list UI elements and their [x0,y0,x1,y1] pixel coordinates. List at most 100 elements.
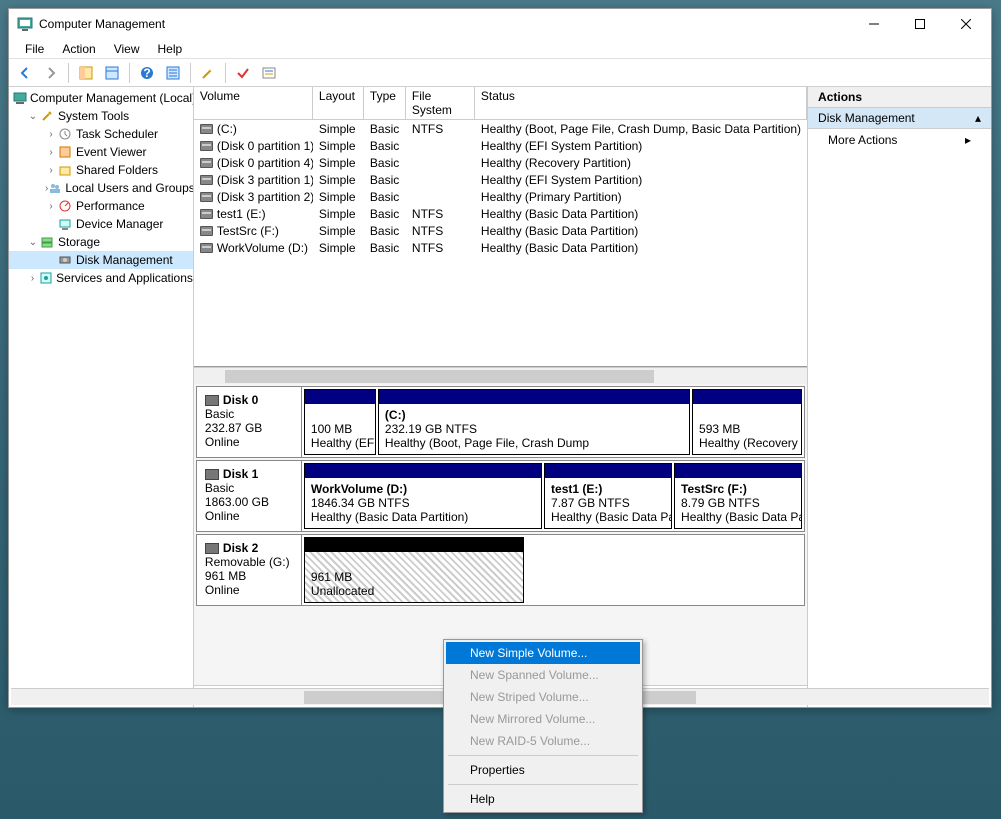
volume-list: Volume Layout Type File System Status (C… [194,87,807,367]
expand-icon[interactable]: › [45,129,57,140]
navigation-tree: Computer Management (Local) ⌄System Tool… [9,87,194,707]
partition[interactable]: 593 MBHealthy (Recovery [692,389,802,455]
app-icon [17,16,33,32]
toolbar-icon-wand[interactable] [196,61,220,85]
partition[interactable]: test1 (E:)7.87 GB NTFSHealthy (Basic Dat… [544,463,672,529]
col-type[interactable]: Type [364,87,406,119]
volume-icon [200,243,213,253]
table-row[interactable]: (C:)SimpleBasicNTFSHealthy (Boot, Page F… [194,120,807,137]
disk-row-1[interactable]: Disk 1 Basic 1863.00 GB Online WorkVolum… [196,460,805,532]
ctx-help[interactable]: Help [446,788,640,810]
actions-pane: Actions Disk Management ▴ More Actions ▸ [808,87,991,707]
back-button[interactable] [13,61,37,85]
computer-icon [13,90,27,106]
expand-icon[interactable]: › [27,273,38,284]
chevron-right-icon: ▸ [965,133,971,147]
partition[interactable]: WorkVolume (D:)1846.34 GB NTFSHealthy (B… [304,463,542,529]
tree-performance[interactable]: ›Performance [9,197,193,215]
volume-icon [200,209,213,219]
toolbar-icon-list[interactable] [161,61,185,85]
tree-scrollbar[interactable] [11,688,194,705]
table-row[interactable]: (Disk 0 partition 4)SimpleBasicHealthy (… [194,154,807,171]
collapse-icon: ▴ [975,111,981,125]
actions-section[interactable]: Disk Management ▴ [808,108,991,129]
toolbar-icon-settings[interactable] [257,61,281,85]
collapse-icon[interactable]: ⌄ [27,237,39,248]
table-row[interactable]: (Disk 3 partition 1)SimpleBasicHealthy (… [194,171,807,188]
ctx-new-simple-volume[interactable]: New Simple Volume... [446,642,640,664]
tree-event-viewer[interactable]: ›Event Viewer [9,143,193,161]
menu-view[interactable]: View [106,40,148,58]
col-filesystem[interactable]: File System [406,87,475,119]
folder-icon [57,162,73,178]
disk-icon [57,252,73,268]
collapse-icon[interactable]: ⌄ [27,111,39,122]
table-row[interactable]: WorkVolume (D:)SimpleBasicNTFSHealthy (B… [194,239,807,256]
tree-shared-folders[interactable]: ›Shared Folders [9,161,193,179]
disk-row-0[interactable]: Disk 0 Basic 232.87 GB Online 100 MBHeal… [196,386,805,458]
tree-services[interactable]: ›Services and Applications [9,269,193,287]
context-menu: New Simple Volume... New Spanned Volume.… [443,639,643,813]
tree-task-scheduler[interactable]: ›Task Scheduler [9,125,193,143]
show-hide-tree-button[interactable] [74,61,98,85]
titlebar: Computer Management [9,9,991,39]
computer-management-window: Computer Management File Action View Hel… [8,8,992,708]
disk-header-2[interactable]: Disk 2 Removable (G:) 961 MB Online [197,535,302,605]
expand-icon[interactable]: › [45,165,57,176]
volume-list-scrollbar[interactable] [194,367,807,384]
menu-action[interactable]: Action [54,40,103,58]
partition[interactable]: (C:)232.19 GB NTFSHealthy (Boot, Page Fi… [378,389,690,455]
expand-icon[interactable]: › [45,201,57,212]
disk-icon [205,469,219,480]
disk-row-2[interactable]: Disk 2 Removable (G:) 961 MB Online 961 … [196,534,805,606]
partition[interactable]: 100 MBHealthy (EFI [304,389,376,455]
tree-disk-management[interactable]: Disk Management [9,251,193,269]
volume-icon [200,175,213,185]
ctx-new-raid5-volume: New RAID-5 Volume... [446,730,640,752]
disk-icon [205,543,219,554]
toolbar: ? [9,59,991,87]
close-button[interactable] [943,9,989,39]
partition[interactable]: TestSrc (F:)8.79 GB NTFSHealthy (Basic D… [674,463,802,529]
menu-help[interactable]: Help [150,40,191,58]
maximize-button[interactable] [897,9,943,39]
tree-root[interactable]: Computer Management (Local) [9,89,193,107]
col-volume[interactable]: Volume [194,87,313,119]
table-row[interactable]: TestSrc (F:)SimpleBasicNTFSHealthy (Basi… [194,222,807,239]
disk-header-0[interactable]: Disk 0 Basic 232.87 GB Online [197,387,302,457]
volume-icon [200,158,213,168]
minimize-button[interactable] [851,9,897,39]
table-row[interactable]: (Disk 0 partition 1)SimpleBasicHealthy (… [194,137,807,154]
help-button[interactable]: ? [135,61,159,85]
table-row[interactable]: (Disk 3 partition 2)SimpleBasicHealthy (… [194,188,807,205]
ctx-properties[interactable]: Properties [446,759,640,781]
performance-icon [57,198,73,214]
ctx-new-mirrored-volume: New Mirrored Volume... [446,708,640,730]
volume-icon [200,226,213,236]
actions-more[interactable]: More Actions ▸ [808,129,991,151]
event-icon [57,144,73,160]
window-title: Computer Management [39,17,851,31]
storage-icon [39,234,55,250]
tree-storage[interactable]: ⌄Storage [9,233,193,251]
clock-icon [57,126,73,142]
toolbar-icon-check[interactable] [231,61,255,85]
disk-header-1[interactable]: Disk 1 Basic 1863.00 GB Online [197,461,302,531]
volume-icon [200,192,213,202]
properties-button[interactable] [100,61,124,85]
services-icon [38,270,53,286]
tree-system-tools[interactable]: ⌄System Tools [9,107,193,125]
table-row[interactable]: test1 (E:)SimpleBasicNTFSHealthy (Basic … [194,205,807,222]
svg-text:?: ? [143,66,150,80]
tree-local-users[interactable]: ›Local Users and Groups [9,179,193,197]
col-layout[interactable]: Layout [313,87,364,119]
actions-header: Actions [808,87,991,108]
volume-icon [200,124,213,134]
center-pane: Volume Layout Type File System Status (C… [194,87,808,707]
partition-unallocated[interactable]: 961 MBUnallocated [304,537,524,603]
expand-icon[interactable]: › [45,147,57,158]
col-status[interactable]: Status [475,87,807,119]
forward-button[interactable] [39,61,63,85]
menu-file[interactable]: File [17,40,52,58]
tree-device-manager[interactable]: Device Manager [9,215,193,233]
